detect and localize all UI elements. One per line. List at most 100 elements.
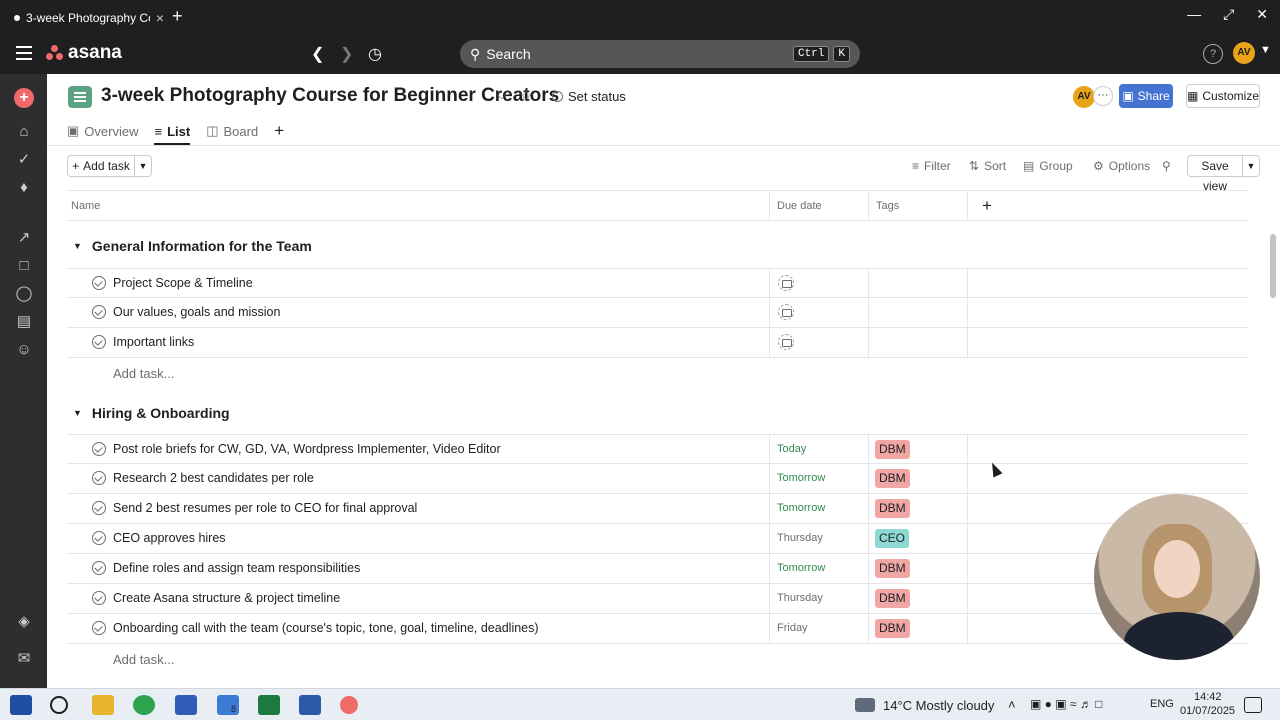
- complete-check-icon[interactable]: [92, 591, 106, 605]
- column-header-due-date[interactable]: Due date: [777, 200, 822, 212]
- project-title[interactable]: 3-week Photography Course for Beginner C…: [101, 85, 559, 107]
- add-task-dropdown-icon[interactable]: ▼: [134, 155, 152, 177]
- complete-check-icon[interactable]: [92, 501, 106, 515]
- taskbar-search-icon[interactable]: [50, 696, 68, 714]
- table-row[interactable]: Define roles and assign team responsibil…: [67, 554, 1248, 584]
- search-bar[interactable]: ⚲ Search Ctrl K: [460, 40, 860, 68]
- complete-check-icon[interactable]: [92, 305, 106, 319]
- new-tab-button[interactable]: +: [172, 6, 183, 27]
- tray-icons[interactable]: ▣ ● ▣ ≈ ♬ □: [1030, 697, 1102, 711]
- search-tasks-icon[interactable]: ⚲: [1162, 159, 1171, 173]
- table-row[interactable]: Important links: [67, 328, 1248, 358]
- complete-check-icon[interactable]: [92, 561, 106, 575]
- add-task-inline[interactable]: Add task...: [113, 366, 174, 381]
- tag-badge[interactable]: DBM: [875, 440, 910, 459]
- portfolios-icon[interactable]: ◯: [14, 284, 34, 304]
- calendar-icon[interactable]: [778, 275, 794, 291]
- table-row[interactable]: Send 2 best resumes per role to CEO for …: [67, 494, 1248, 524]
- reporting-icon[interactable]: ↗: [14, 228, 34, 248]
- star-icon[interactable]: ☆: [519, 86, 533, 106]
- task-name[interactable]: Post role briefs for CW, GD, VA, Wordpre…: [113, 442, 501, 456]
- tab-overview[interactable]: ▣ Overview: [67, 118, 138, 144]
- table-row[interactable]: Onboarding call with the team (course's …: [67, 614, 1248, 644]
- save-view-button[interactable]: Save view: [1187, 155, 1243, 193]
- tab-board[interactable]: ◫ Board: [206, 118, 258, 144]
- tag-badge[interactable]: DBM: [875, 499, 910, 518]
- weather-text[interactable]: 14°C Mostly cloudy: [883, 698, 994, 713]
- vertical-scrollbar[interactable]: [1268, 222, 1278, 688]
- complete-check-icon[interactable]: [92, 276, 106, 290]
- tray-chevron-icon[interactable]: ˄: [1008, 697, 1016, 712]
- complete-check-icon[interactable]: [92, 442, 106, 456]
- task-name[interactable]: Send 2 best resumes per role to CEO for …: [113, 501, 417, 515]
- customize-button[interactable]: ▦ Customize: [1186, 84, 1260, 108]
- group-button[interactable]: ▤ Group: [1023, 159, 1073, 173]
- history-icon[interactable]: ◷: [368, 44, 382, 64]
- column-divider[interactable]: [868, 191, 869, 221]
- word-icon[interactable]: [299, 695, 321, 715]
- add-task-inline[interactable]: Add task...: [113, 652, 174, 667]
- due-date[interactable]: Tomorrow: [777, 502, 825, 514]
- table-row[interactable]: Post role briefs for CW, GD, VA, Wordpre…: [67, 434, 1248, 464]
- member-avatar[interactable]: AV: [1073, 86, 1095, 108]
- add-task-button[interactable]: + Add task: [67, 155, 135, 177]
- more-members-icon[interactable]: ···: [1093, 86, 1113, 106]
- forward-icon[interactable]: ❯: [340, 44, 353, 64]
- section-title[interactable]: Hiring & Onboarding: [92, 405, 230, 421]
- tag-badge[interactable]: DBM: [875, 559, 910, 578]
- task-name[interactable]: Important links: [113, 335, 194, 349]
- lightbulb-icon[interactable]: ◈: [14, 612, 34, 632]
- collapse-triangle-icon[interactable]: ▼: [73, 408, 82, 418]
- restore-icon[interactable]: ⤢: [1223, 6, 1234, 23]
- complete-check-icon[interactable]: [92, 531, 106, 545]
- calendar-icon[interactable]: [778, 304, 794, 320]
- asana-logo[interactable]: asana: [46, 42, 122, 64]
- sort-button[interactable]: ⇅ Sort: [969, 159, 1006, 173]
- task-name[interactable]: Our values, goals and mission: [113, 305, 280, 319]
- excel-icon[interactable]: [258, 695, 280, 715]
- menu-icon[interactable]: [16, 46, 32, 60]
- asana-app-icon[interactable]: [340, 696, 358, 714]
- close-window-icon[interactable]: ✕: [1256, 6, 1268, 23]
- column-divider[interactable]: [967, 191, 968, 221]
- tab-list[interactable]: ≡ List: [154, 118, 190, 145]
- news-icon[interactable]: [855, 698, 875, 712]
- table-row[interactable]: Our values, goals and mission: [67, 298, 1248, 328]
- windows-start-icon[interactable]: [10, 695, 32, 715]
- store-icon[interactable]: [175, 695, 197, 715]
- language-indicator[interactable]: ENG: [1150, 698, 1174, 710]
- options-button[interactable]: ⚙ Options: [1093, 159, 1150, 173]
- collapse-triangle-icon[interactable]: ▼: [73, 241, 82, 251]
- inbox-bell-icon[interactable]: ♦: [14, 178, 34, 198]
- table-row[interactable]: CEO approves hires Thursday CEO: [67, 524, 1248, 554]
- user-avatar[interactable]: AV: [1233, 42, 1255, 64]
- tab-close-icon[interactable]: ×: [156, 10, 164, 26]
- home-icon[interactable]: ⌂: [14, 122, 34, 142]
- task-name[interactable]: Onboarding call with the team (course's …: [113, 621, 539, 635]
- complete-check-icon[interactable]: [92, 621, 106, 635]
- share-button[interactable]: ▣ Share: [1119, 84, 1173, 108]
- create-plus-icon[interactable]: +: [14, 88, 34, 108]
- my-tasks-icon[interactable]: ✓: [14, 150, 34, 170]
- table-row[interactable]: Create Asana structure & project timelin…: [67, 584, 1248, 614]
- section-header[interactable]: ▼ General Information for the Team: [67, 238, 312, 254]
- scrollbar-thumb[interactable]: [1270, 234, 1276, 298]
- due-date[interactable]: Friday: [777, 622, 808, 634]
- back-icon[interactable]: ❮: [311, 44, 324, 64]
- due-date[interactable]: Thursday: [777, 592, 823, 604]
- column-header-tags[interactable]: Tags: [876, 200, 899, 212]
- calendar-icon[interactable]: [778, 334, 794, 350]
- task-name[interactable]: Create Asana structure & project timelin…: [113, 591, 340, 605]
- add-tab-button[interactable]: +: [274, 118, 284, 144]
- column-header-name[interactable]: Name: [71, 200, 100, 212]
- task-name[interactable]: CEO approves hires: [113, 531, 226, 545]
- task-name[interactable]: Define roles and assign team responsibil…: [113, 561, 360, 575]
- due-date[interactable]: Tomorrow: [777, 562, 825, 574]
- clock-time[interactable]: 14:42: [1194, 691, 1222, 703]
- chrome-icon[interactable]: [133, 695, 155, 715]
- table-row[interactable]: Research 2 best candidates per role Tomo…: [67, 464, 1248, 494]
- column-divider[interactable]: [769, 191, 770, 221]
- tag-badge[interactable]: DBM: [875, 619, 910, 638]
- due-date[interactable]: Thursday: [777, 532, 823, 544]
- table-row[interactable]: Project Scope & Timeline: [67, 268, 1248, 298]
